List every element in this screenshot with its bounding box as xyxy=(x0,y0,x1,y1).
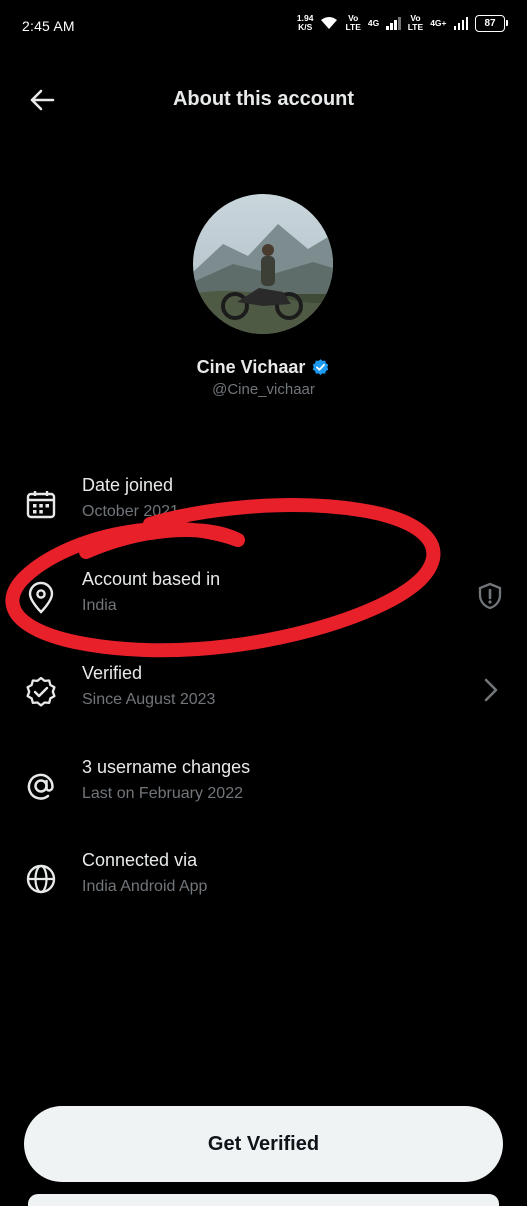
detail-date-joined: Date joined October 2021 xyxy=(0,475,527,537)
verified-badge-outline-icon xyxy=(26,676,56,707)
detail-verified[interactable]: Verified Since August 2023 xyxy=(0,663,527,725)
detail-value: Since August 2023 xyxy=(82,691,216,708)
status-time: 2:45 AM xyxy=(22,18,75,34)
verified-badge-icon xyxy=(313,359,329,376)
network-speed-unit: K/S xyxy=(298,22,313,32)
profile-name-row: Cine Vichaar xyxy=(0,357,527,378)
detail-label: Account based in xyxy=(82,569,221,589)
profile-handle: @Cine_vichaar xyxy=(212,381,315,398)
sim2-network-type: 4G+ xyxy=(430,17,447,28)
sim2-signal-icon xyxy=(453,16,468,30)
at-sign-icon xyxy=(27,773,54,800)
secondary-button-edge xyxy=(28,1194,499,1206)
detail-username-changes: 3 username changes Last on February 2022 xyxy=(0,757,527,819)
detail-value: India xyxy=(82,597,117,614)
globe-icon xyxy=(26,864,56,894)
calendar-icon xyxy=(26,491,56,519)
detail-label: Verified xyxy=(82,663,143,683)
sim1-network-type: 4G xyxy=(367,17,380,28)
shield-icon[interactable] xyxy=(475,581,505,611)
location-icon xyxy=(28,581,54,614)
sim1-signal-icon xyxy=(386,16,401,30)
avatar-photo xyxy=(193,194,333,334)
detail-value: India Android App xyxy=(82,878,208,895)
battery-icon: 87 xyxy=(475,14,508,32)
profile-name: Cine Vichaar xyxy=(196,357,306,377)
status-bar: 2:45 AM 1.94 K/S Vo LTE 4G Vo LTE 4G+ 87 xyxy=(0,0,527,52)
sim1-volte: Vo LTE xyxy=(345,14,360,32)
status-indicators: 1.94 K/S Vo LTE 4G Vo LTE 4G+ 87 xyxy=(297,14,508,32)
app-header: About this account xyxy=(0,70,527,130)
battery-level: 87 xyxy=(484,17,496,29)
chevron-right-icon[interactable] xyxy=(475,675,505,705)
avatar[interactable] xyxy=(193,194,333,334)
network-speed: 1.94 K/S xyxy=(297,14,314,32)
wifi-icon xyxy=(321,17,338,29)
get-verified-button[interactable]: Get Verified xyxy=(24,1106,503,1182)
sim1-volte-line2: LTE xyxy=(345,22,361,32)
detail-label: Connected via xyxy=(82,850,198,870)
detail-account-based-in: Account based in India xyxy=(0,569,527,631)
page-title: About this account xyxy=(172,88,355,110)
sim2-volte: Vo LTE xyxy=(408,14,423,32)
detail-label: 3 username changes xyxy=(82,757,251,777)
detail-value: October 2021 xyxy=(82,503,179,520)
detail-value: Last on February 2022 xyxy=(82,785,243,802)
detail-connected-via: Connected via India Android App xyxy=(0,850,527,912)
sim2-volte-line2: LTE xyxy=(407,22,424,32)
detail-label: Date joined xyxy=(82,475,174,495)
